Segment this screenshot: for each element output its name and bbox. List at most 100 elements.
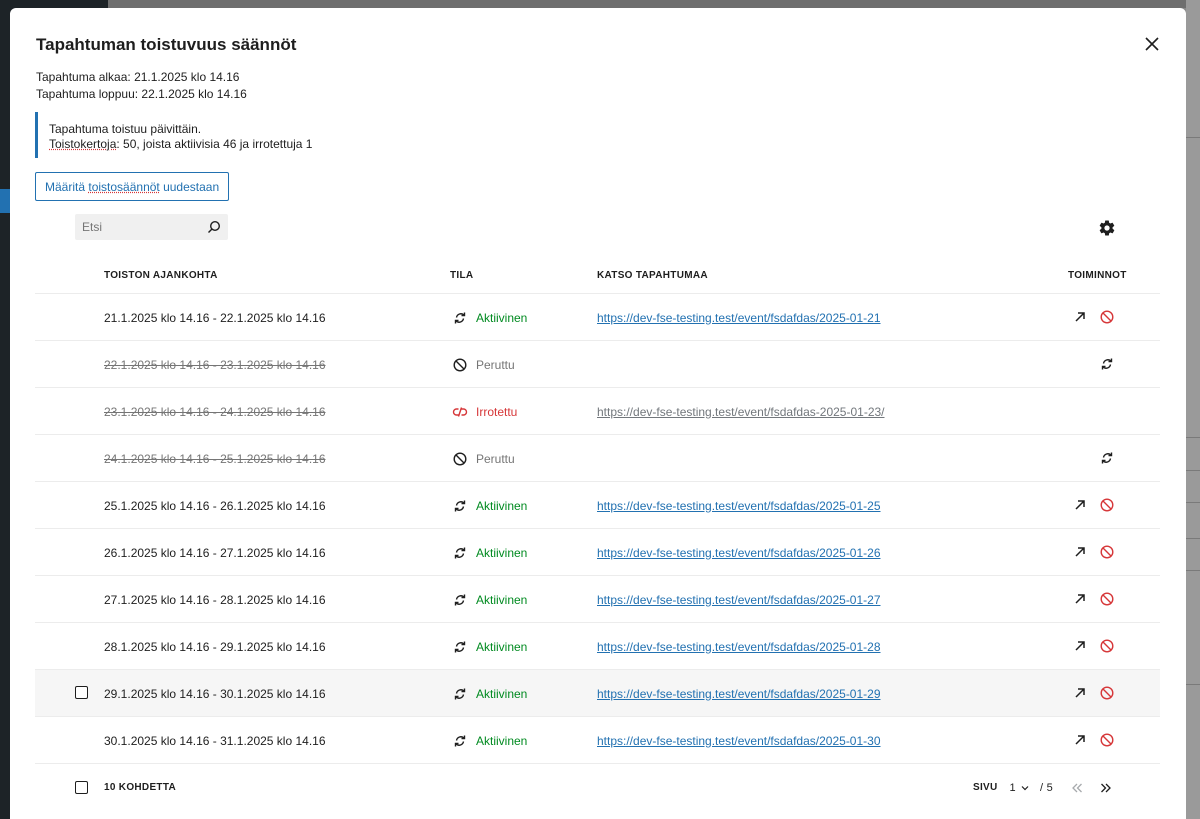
table-footer: 10 kohdetta Sivu 1 / 5 bbox=[35, 763, 1160, 810]
occurrence-time: 29.1.2025 klo 14.16 - 30.1.2025 klo 14.1… bbox=[104, 686, 326, 701]
cancel-circle-icon bbox=[453, 357, 467, 372]
arrow-up-right-icon[interactable] bbox=[1072, 685, 1088, 701]
status-label: Peruttu bbox=[476, 451, 515, 466]
event-link[interactable]: https://dev-fse-testing.test/event/fsdaf… bbox=[597, 734, 881, 748]
pagination: Sivu 1 / 5 bbox=[973, 764, 1053, 811]
notice-line-1: Tapahtuma toistuu päivittäin. bbox=[49, 122, 202, 136]
double-chevron-right-icon[interactable] bbox=[1098, 780, 1114, 796]
close-icon bbox=[1145, 37, 1159, 51]
occurrence-time: 25.1.2025 klo 14.16 - 26.1.2025 klo 14.1… bbox=[104, 498, 326, 513]
table-row: 30.1.2025 klo 14.16 - 31.1.2025 klo 14.1… bbox=[35, 716, 1160, 763]
divider bbox=[1186, 684, 1200, 685]
event-link[interactable]: https://dev-fse-testing.test/event/fsdaf… bbox=[597, 311, 881, 325]
arrow-up-right-icon[interactable] bbox=[1072, 732, 1088, 748]
occurrence-time: 23.1.2025 klo 14.16 - 24.1.2025 klo 14.1… bbox=[104, 404, 326, 419]
cancel-circle-icon[interactable] bbox=[1099, 544, 1115, 560]
table-row: 29.1.2025 klo 14.16 - 30.1.2025 klo 14.1… bbox=[35, 669, 1160, 716]
chevron-down-icon bbox=[1021, 785, 1029, 790]
status-label: Irrotettu bbox=[476, 404, 518, 419]
repeat-icon[interactable] bbox=[1099, 356, 1115, 372]
redefine-rules-button[interactable]: Määritä toistosäännöt uudestaan bbox=[35, 172, 230, 201]
cancel-circle-icon[interactable] bbox=[1099, 732, 1115, 748]
column-header-view: Katso tapahtumaa bbox=[597, 270, 708, 281]
event-link-cell: https://dev-fse-testing.test/event/fsdaf… bbox=[597, 670, 881, 717]
redefine-underlined: toistosäännöt bbox=[88, 179, 160, 194]
cancel-circle-icon[interactable] bbox=[1099, 638, 1115, 654]
row-checkbox[interactable] bbox=[75, 686, 88, 699]
cancel-circle-icon bbox=[453, 451, 467, 466]
arrow-up-right-icon[interactable] bbox=[1072, 544, 1088, 560]
occurrence-time: 22.1.2025 klo 14.16 - 23.1.2025 klo 14.1… bbox=[104, 357, 326, 372]
occurrence-status: Peruttu bbox=[452, 341, 515, 388]
cancel-circle-icon[interactable] bbox=[1099, 309, 1115, 325]
repeat-icon bbox=[454, 500, 466, 511]
divider bbox=[1186, 470, 1200, 471]
arrow-up-right-icon[interactable] bbox=[1072, 309, 1088, 325]
table-row: 21.1.2025 klo 14.16 - 22.1.2025 klo 14.1… bbox=[35, 293, 1160, 340]
occurrence-time: 27.1.2025 klo 14.16 - 28.1.2025 klo 14.1… bbox=[104, 592, 326, 607]
event-link[interactable]: https://dev-fse-testing.test/event/fsdaf… bbox=[597, 499, 881, 513]
repeat-icon bbox=[454, 735, 466, 746]
recurrence-rules-modal: Tapahtuman toistuvuus säännöt Tapahtuma … bbox=[10, 8, 1186, 819]
repeat-icon bbox=[454, 594, 466, 605]
unlink-icon bbox=[452, 406, 468, 417]
notice-line-2-rest: : 50, joista aktiivisia 46 ja irrotettuj… bbox=[116, 137, 313, 151]
divider bbox=[1186, 437, 1200, 438]
event-link[interactable]: https://dev-fse-testing.test/event/fsdaf… bbox=[597, 405, 885, 419]
occurrence-status: Aktiivinen bbox=[452, 482, 527, 529]
occurrence-status: Aktiivinen bbox=[452, 529, 527, 576]
event-link[interactable]: https://dev-fse-testing.test/event/fsdaf… bbox=[597, 593, 881, 607]
event-link-cell: https://dev-fse-testing.test/event/fsdaf… bbox=[597, 482, 881, 529]
occurrence-status: Aktiivinen bbox=[452, 670, 527, 717]
event-link[interactable]: https://dev-fse-testing.test/event/fsdaf… bbox=[597, 546, 881, 560]
close-button[interactable] bbox=[1140, 32, 1164, 56]
status-label: Peruttu bbox=[476, 357, 515, 372]
arrow-up-right-icon[interactable] bbox=[1072, 497, 1088, 513]
modal-title: Tapahtuman toistuvuus säännöt bbox=[36, 35, 297, 54]
arrow-up-right-icon[interactable] bbox=[1072, 638, 1088, 654]
status-label: Aktiivinen bbox=[476, 498, 528, 513]
select-all-checkbox[interactable] bbox=[75, 781, 88, 794]
editor-topbar-background bbox=[108, 0, 1200, 8]
occurrence-time: 28.1.2025 klo 14.16 - 29.1.2025 klo 14.1… bbox=[104, 639, 326, 654]
status-label: Aktiivinen bbox=[476, 310, 528, 325]
notice-line-2: Toistokertoja: 50, joista aktiivisia 46 … bbox=[49, 137, 435, 152]
event-end-text: Tapahtuma loppuu: 22.1.2025 klo 14.16 bbox=[36, 87, 247, 101]
column-header-time: Toiston ajankohta bbox=[104, 270, 218, 281]
column-header-status: Tila bbox=[450, 270, 474, 281]
occurrence-status: Aktiivinen bbox=[452, 576, 527, 623]
occurrence-time: 26.1.2025 klo 14.16 - 27.1.2025 klo 14.1… bbox=[104, 545, 326, 560]
divider bbox=[1186, 538, 1200, 539]
search-icon[interactable] bbox=[206, 219, 222, 235]
redefine-suffix: uudestaan bbox=[159, 179, 220, 194]
event-link[interactable]: https://dev-fse-testing.test/event/fsdaf… bbox=[597, 687, 881, 701]
search-input[interactable] bbox=[75, 220, 195, 234]
page-select[interactable]: 1 bbox=[1010, 782, 1030, 794]
table-row: 22.1.2025 klo 14.16 - 23.1.2025 klo 14.1… bbox=[35, 340, 1160, 387]
repeat-icon bbox=[454, 688, 466, 699]
admin-sidebar-active-marker bbox=[0, 189, 10, 213]
redefine-prefix: Määritä bbox=[45, 179, 89, 194]
double-chevron-left-icon[interactable] bbox=[1069, 780, 1085, 796]
occurrence-status: Aktiivinen bbox=[452, 717, 527, 764]
repeat-icon[interactable] bbox=[1099, 450, 1115, 466]
cancel-circle-icon[interactable] bbox=[1099, 685, 1115, 701]
arrow-up-right-icon[interactable] bbox=[1072, 591, 1088, 607]
repeat-icon bbox=[454, 312, 466, 323]
item-count: 10 kohdetta bbox=[104, 782, 177, 793]
table-row: 24.1.2025 klo 14.16 - 25.1.2025 klo 14.1… bbox=[35, 434, 1160, 481]
cancel-circle-icon[interactable] bbox=[1099, 591, 1115, 607]
status-label: Aktiivinen bbox=[476, 733, 528, 748]
event-link[interactable]: https://dev-fse-testing.test/event/fsdaf… bbox=[597, 640, 881, 654]
repeat-icon bbox=[454, 547, 466, 558]
gear-icon[interactable] bbox=[1098, 219, 1116, 237]
cancel-circle-icon[interactable] bbox=[1099, 497, 1115, 513]
occurrence-time: 30.1.2025 klo 14.16 - 31.1.2025 klo 14.1… bbox=[104, 733, 326, 748]
event-link-cell: https://dev-fse-testing.test/event/fsdaf… bbox=[597, 717, 881, 764]
search-box bbox=[75, 214, 228, 240]
divider bbox=[1186, 570, 1200, 571]
event-link-cell: https://dev-fse-testing.test/event/fsdaf… bbox=[597, 529, 881, 576]
occurrence-status: Peruttu bbox=[452, 435, 515, 482]
occurrence-time: 21.1.2025 klo 14.16 - 22.1.2025 klo 14.1… bbox=[104, 310, 326, 325]
status-label: Aktiivinen bbox=[476, 592, 528, 607]
